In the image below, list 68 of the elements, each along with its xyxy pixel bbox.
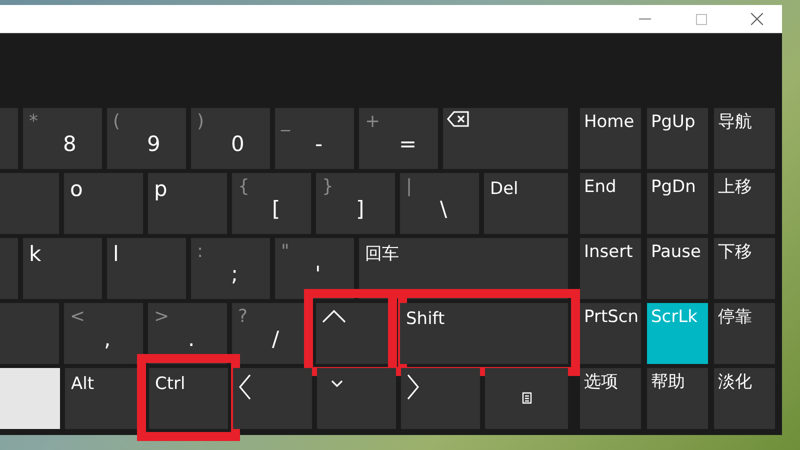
key[interactable]: o xyxy=(64,173,143,234)
keyboard-key[interactable]: ( 9 xyxy=(107,108,186,169)
key[interactable]: End xyxy=(580,173,641,234)
keyboard-key[interactable]: " ' xyxy=(275,238,354,299)
keyboard-key[interactable]: { [ xyxy=(232,173,311,234)
chevron-left-icon xyxy=(239,374,251,400)
shift-symbol: ( xyxy=(113,111,120,132)
keyboard-key[interactable]: : ; xyxy=(191,238,270,299)
shift-symbol: * xyxy=(29,111,38,132)
shift-symbol: : xyxy=(197,241,204,262)
shift-symbol: ? xyxy=(238,306,248,327)
key-symbol: , xyxy=(104,327,111,351)
key-symbol: . xyxy=(188,327,195,351)
key-symbol: 8 xyxy=(63,132,76,156)
keyboard-key[interactable]: } ] xyxy=(316,173,395,234)
key[interactable]: PgDn xyxy=(647,173,708,234)
shift-symbol: < xyxy=(70,306,86,327)
key[interactable]: k xyxy=(23,238,102,299)
key-symbol: = xyxy=(399,132,417,156)
keyboard-key[interactable]: + = xyxy=(359,108,438,169)
key[interactable]: 导航 xyxy=(714,108,775,169)
key[interactable]: Del xyxy=(484,173,568,234)
key[interactable]: PrtScn xyxy=(580,303,641,364)
key[interactable]: 下移 xyxy=(714,238,775,299)
chevron-up-icon xyxy=(322,309,346,323)
key-symbol: [ xyxy=(272,197,280,221)
maximize-icon xyxy=(696,14,706,24)
key-symbol: ; xyxy=(231,262,238,286)
key-symbol: ' xyxy=(315,262,321,286)
keyboard-key[interactable]: _ - xyxy=(275,108,354,169)
shift-symbol: + xyxy=(365,111,380,132)
key[interactable]: Insert xyxy=(580,238,641,299)
shift-symbol: " xyxy=(281,241,290,262)
shift-symbol: { xyxy=(238,176,250,197)
key[interactable]: 上移 xyxy=(714,173,775,234)
key[interactable]: 停靠 xyxy=(714,303,775,364)
key[interactable]: PgUp xyxy=(647,108,708,169)
keyboard-key[interactable]: | \ xyxy=(400,173,479,234)
key-symbol: 9 xyxy=(147,132,160,156)
menu-icon xyxy=(522,392,532,404)
shift-symbol: } xyxy=(322,176,334,197)
key[interactable]: l xyxy=(107,238,186,299)
chevron-down-icon xyxy=(331,380,343,387)
key[interactable]: 淡化 xyxy=(714,368,775,429)
shift-symbol: > xyxy=(154,306,170,327)
chevron-right-icon xyxy=(407,374,419,400)
shift-symbol: | xyxy=(406,176,412,197)
key-symbol: ] xyxy=(356,197,364,221)
shift-symbol: _ xyxy=(281,111,290,132)
key-symbol: - xyxy=(315,132,323,156)
key[interactable]: 选项 xyxy=(580,368,641,429)
keyboard-key[interactable] xyxy=(443,108,568,169)
close-icon xyxy=(751,13,763,25)
shift-symbol: ) xyxy=(197,111,204,132)
backspace-icon xyxy=(447,111,469,127)
key-symbol: 0 xyxy=(231,132,244,156)
key[interactable]: p xyxy=(148,173,227,234)
keyboard-key[interactable]: < , xyxy=(64,303,143,364)
key[interactable]: Shift xyxy=(400,303,568,364)
keyboard-key[interactable]: * 8 xyxy=(23,108,102,169)
keyboard-key[interactable]: ) 0 xyxy=(191,108,270,169)
key-symbol: / xyxy=(272,327,280,351)
minimize-icon xyxy=(639,18,651,20)
key[interactable]: Ctrl xyxy=(149,368,228,429)
key[interactable]: 帮助 xyxy=(647,368,708,429)
key-symbol: \ xyxy=(440,197,448,221)
key[interactable]: Pause xyxy=(647,238,708,299)
key[interactable]: Home xyxy=(580,108,641,169)
